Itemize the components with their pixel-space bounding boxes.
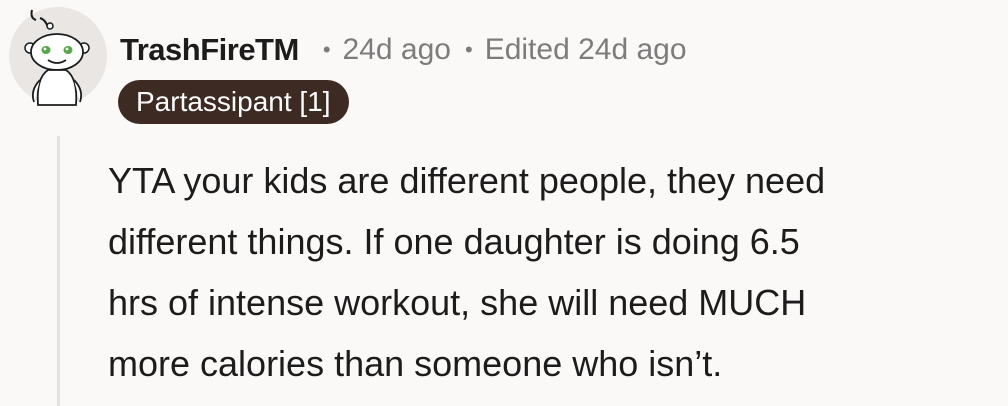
comment-body: YTA your kids are different people, they…: [108, 150, 988, 394]
comment: TrashFireTM • 24d ago • Edited 24d ago P…: [0, 0, 1008, 406]
comment-body-line: more calories than someone who isn’t.: [108, 343, 723, 384]
username-link[interactable]: TrashFireTM: [120, 32, 299, 68]
comment-body-line: different things. If one daughter is doi…: [108, 221, 800, 262]
thread-line[interactable]: [57, 136, 60, 406]
meta-separator: •: [322, 37, 331, 62]
comment-body-line: hrs of intense workout, she will need MU…: [108, 282, 807, 323]
user-avatar-icon[interactable]: [8, 6, 108, 106]
comment-body-line: YTA your kids are different people, they…: [108, 160, 826, 201]
meta-separator: •: [464, 37, 473, 62]
user-flair-badge: Partassipant [1]: [118, 80, 349, 124]
edited-timestamp: Edited 24d ago: [484, 33, 687, 66]
comment-timestamp[interactable]: 24d ago: [343, 33, 451, 67]
comment-meta: TrashFireTM • 24d ago • Edited 24d ago: [120, 30, 687, 70]
